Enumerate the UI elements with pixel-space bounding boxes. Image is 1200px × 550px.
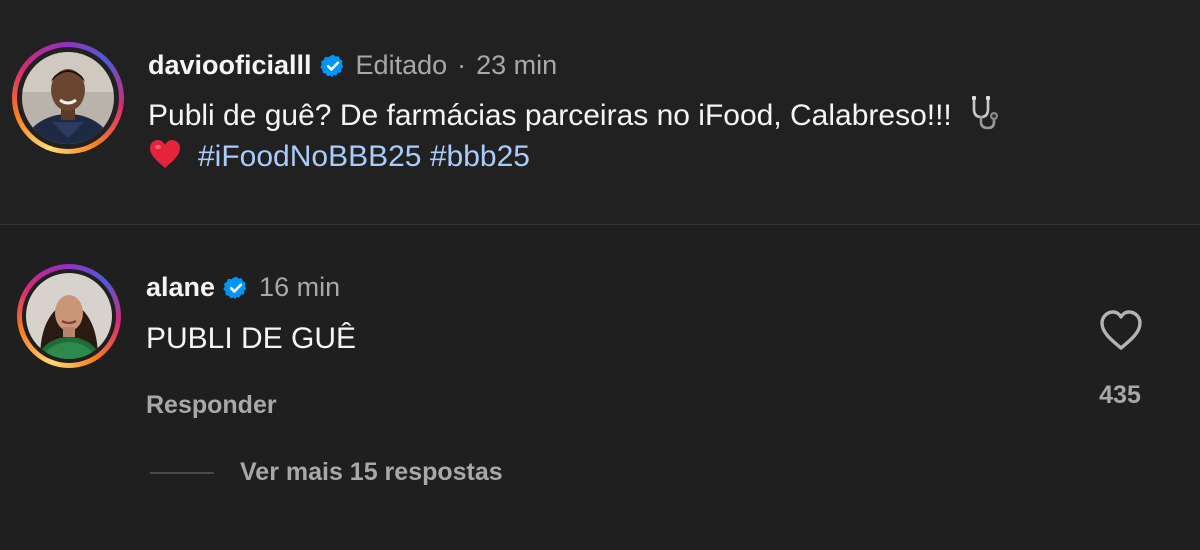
- verified-badge-icon: [319, 54, 343, 77]
- divider: [0, 224, 1200, 225]
- comment-text: PUBLI DE GUÊ: [146, 322, 357, 355]
- edited-label: Editado: [355, 50, 448, 80]
- red-heart-icon: [150, 140, 180, 168]
- verified-badge-icon: [223, 276, 247, 299]
- comment-timestamp: 16 min: [259, 272, 341, 302]
- replies-line: [150, 471, 214, 474]
- heart-icon[interactable]: [1098, 308, 1144, 352]
- reply-button[interactable]: Responder: [146, 391, 277, 420]
- story-ring[interactable]: [12, 42, 124, 154]
- caption-timestamp: 23 min: [476, 50, 558, 80]
- caption-author-line: daviooficialll Editado · 23 min: [148, 50, 557, 81]
- caption-line-1: Publi de guê? De farmácias parceiras no …: [148, 95, 1002, 136]
- view-more-replies-label: Ver mais 15 respostas: [240, 458, 503, 486]
- view-more-replies-button[interactable]: Ver mais 15 respostas: [150, 458, 503, 487]
- like-count: 435: [1099, 381, 1141, 409]
- comment-author-line: alane 16 min: [146, 272, 340, 303]
- caption-text: Publi de guê? De farmácias parceiras no …: [148, 95, 1002, 177]
- caption-line-2: #iFoodNoBBB25 #bbb25: [148, 136, 1002, 177]
- hashtag-link[interactable]: #iFoodNoBBB25: [198, 140, 421, 173]
- caption-text-main: Publi de guê? De farmácias parceiras no …: [148, 99, 952, 132]
- comments-screen: daviooficialll Editado · 23 min Publi de…: [0, 0, 1200, 550]
- meta-separator: ·: [457, 50, 467, 80]
- avatar: [26, 273, 112, 359]
- comment-username[interactable]: alane: [146, 272, 215, 303]
- caption-username[interactable]: daviooficialll: [148, 50, 312, 81]
- stethoscope-icon: [971, 96, 998, 130]
- story-ring[interactable]: [17, 264, 121, 368]
- avatar: [22, 52, 114, 144]
- post-caption: daviooficialll Editado · 23 min Publi de…: [0, 0, 1200, 224]
- hashtag-link[interactable]: #bbb25: [430, 140, 530, 173]
